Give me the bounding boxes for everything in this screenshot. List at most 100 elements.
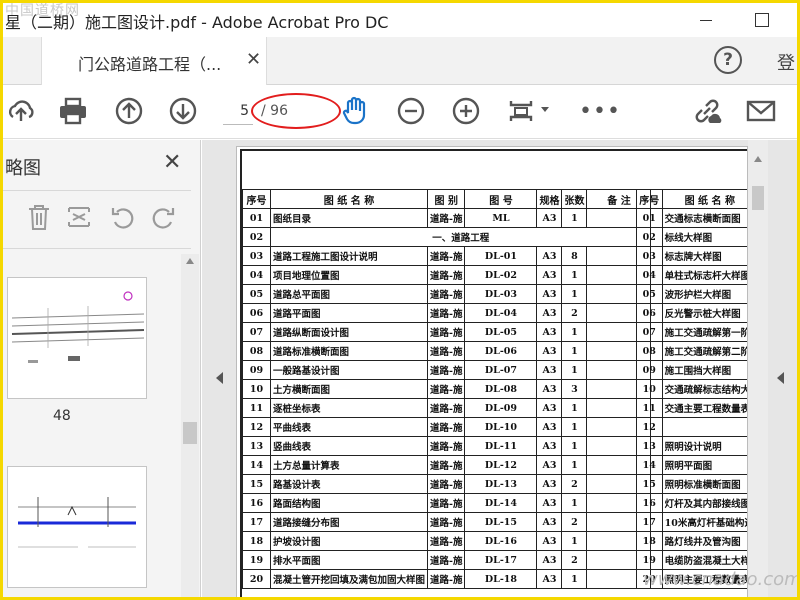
current-page-input[interactable]: 5	[223, 99, 253, 125]
table-cell: 道路-施	[427, 246, 466, 266]
table-row: 12 平曲线表 道路-施 DL-10 A3 1	[242, 417, 652, 437]
scroll-up-icon[interactable]	[754, 156, 762, 162]
drawing-name-cell: 灯杆及其内部接线图	[661, 493, 747, 513]
table-cell: 04	[636, 265, 663, 285]
table-cell: 道路-施	[427, 531, 466, 551]
table-row: 05 道路总平面图 道路-施 DL-03 A3 1	[242, 284, 652, 304]
table-cell: 17	[636, 512, 663, 532]
column-header: 图 别	[427, 189, 466, 209]
close-panel-icon[interactable]: ✕	[163, 150, 181, 175]
page-thumbnail[interactable]	[7, 277, 147, 399]
column-header: 序号	[636, 189, 663, 209]
more-icon[interactable]: •••	[579, 99, 621, 124]
table-row: 16 路面结构图 道路-施 DL-14 A3 1	[242, 493, 652, 513]
login-button[interactable]: 登	[777, 49, 795, 75]
zoom-out-icon[interactable]	[395, 95, 427, 127]
table-cell: 道路-施	[427, 379, 466, 399]
highlight-ellipse	[251, 93, 341, 129]
close-tab-icon[interactable]: ✕	[246, 49, 261, 70]
table-cell: ML	[464, 208, 538, 228]
table-cell: DL-08	[464, 379, 538, 399]
drawing-name-cell: 混凝土管开挖回填及满包加固大样图	[269, 569, 429, 589]
drawing-name-cell	[661, 417, 747, 437]
collapse-right-panel-icon[interactable]	[777, 372, 784, 384]
table-body: 01 图纸目录 道路-施 ML A3 1 02 一、道路工程 03 道路工程施工图设计说明 道路-施…	[242, 208, 652, 589]
table-cell: 道路-施	[427, 303, 466, 323]
scrollbar-thumb[interactable]	[752, 186, 764, 210]
page-up-icon[interactable]	[113, 95, 145, 127]
table-cell: A3	[536, 284, 563, 304]
table-row: 17 道路接缝分布图 道路-施 DL-15 A3 2	[242, 512, 652, 532]
table-cell: 01	[242, 208, 271, 228]
column-header: 序号	[242, 189, 271, 209]
drawing-name-cell: 施工交通疏解第一阶	[661, 322, 747, 342]
table-cell: 道路-施	[427, 417, 466, 437]
drawing-name-cell: 单柱式标志杆大样图	[661, 265, 747, 285]
table-cell: 3	[561, 379, 588, 399]
thumbnail-scrollbar[interactable]	[181, 254, 199, 597]
minimize-button[interactable]	[691, 7, 721, 33]
table-cell: 18	[636, 531, 663, 551]
zoom-in-icon[interactable]	[450, 95, 482, 127]
drawing-name-cell: 照明设计说明	[661, 436, 747, 456]
drawing-name-cell: 道路纵断面设计图	[269, 322, 429, 342]
rotate-right-icon[interactable]	[149, 202, 177, 232]
collapse-left-panel-icon[interactable]	[216, 372, 223, 384]
table-row: 17 10米高灯杆基础构造	[636, 512, 747, 532]
table-cell: 道路-施	[427, 436, 466, 456]
page-thumbnail[interactable]	[7, 466, 147, 588]
print-icon[interactable]	[57, 95, 89, 127]
table-cell: A3	[536, 455, 563, 475]
table-cell: A3	[536, 398, 563, 418]
table-cell: 16	[242, 493, 271, 513]
table-row: 13 照明设计说明	[636, 436, 747, 456]
table-cell: A3	[536, 303, 563, 323]
document-tab[interactable]: 门公路道路工程（... ✕	[41, 37, 267, 85]
scrollbar-thumb[interactable]	[183, 422, 197, 444]
email-icon[interactable]	[745, 95, 777, 127]
help-icon[interactable]: ?	[714, 46, 742, 74]
page-down-icon[interactable]	[167, 95, 199, 127]
table-row: 18 护坡设计图 道路-施 DL-16 A3 1	[242, 531, 652, 551]
rotate-left-icon[interactable]	[109, 202, 137, 232]
table-cell: 1	[561, 208, 588, 228]
drawing-name-cell: 施工围挡大样图	[661, 360, 747, 380]
table-row: 19 电缆防盗混凝土大样	[636, 550, 747, 570]
table-cell: 08	[242, 341, 271, 361]
table-row: 02 一、道路工程	[242, 227, 652, 247]
table-cell: A3	[536, 569, 563, 589]
table-cell: A3	[536, 512, 563, 532]
hand-tool-icon[interactable]	[339, 95, 371, 127]
table-cell: 1	[561, 436, 588, 456]
table-cell: 02	[636, 227, 663, 247]
link-icon[interactable]	[691, 95, 723, 127]
drawing-name-cell: 标线大样图	[661, 227, 747, 247]
drawing-name-cell: 图纸目录	[269, 208, 429, 228]
page-fit-icon[interactable]	[505, 95, 537, 127]
drawing-name-cell: 交通疏解标志结构大	[661, 379, 747, 399]
drawing-frame: 序号图 纸 名 称图 别图 号规格 张数备 注 01 图纸目录 道路-施 ML A3 1 02…	[240, 149, 747, 597]
table-cell: 14	[636, 455, 663, 475]
table-cell: 道路-施	[427, 341, 466, 361]
scroll-up-icon[interactable]	[186, 258, 194, 264]
thumbnail-drawing	[8, 469, 146, 585]
extract-icon[interactable]	[65, 202, 93, 232]
column-header: 图 纸 名 称	[269, 189, 429, 209]
delete-icon[interactable]	[25, 202, 53, 232]
document-scrollbar[interactable]	[748, 140, 768, 597]
table-cell: 09	[636, 360, 663, 380]
table-cell: 20	[242, 569, 271, 589]
table-row: 07 施工交通疏解第一阶	[636, 322, 747, 342]
maximize-button[interactable]	[747, 7, 777, 33]
table-cell: 道路-施	[427, 265, 466, 285]
table-cell: 2	[561, 303, 588, 323]
chevron-down-icon[interactable]	[541, 107, 549, 112]
table-cell: 1	[561, 360, 588, 380]
drawing-name-cell: 一、道路工程	[269, 227, 652, 247]
tab-label: 门公路道路工程（...	[78, 55, 222, 74]
table-cell: 07	[242, 322, 271, 342]
document-view[interactable]: 序号图 纸 名 称图 别图 号规格 张数备 注 01 图纸目录 道路-施 ML A3 1 02…	[202, 140, 797, 597]
table-cell: 1	[561, 341, 588, 361]
drawing-name-cell: 项目地理位置图	[269, 265, 429, 285]
upload-icon[interactable]	[5, 95, 37, 127]
